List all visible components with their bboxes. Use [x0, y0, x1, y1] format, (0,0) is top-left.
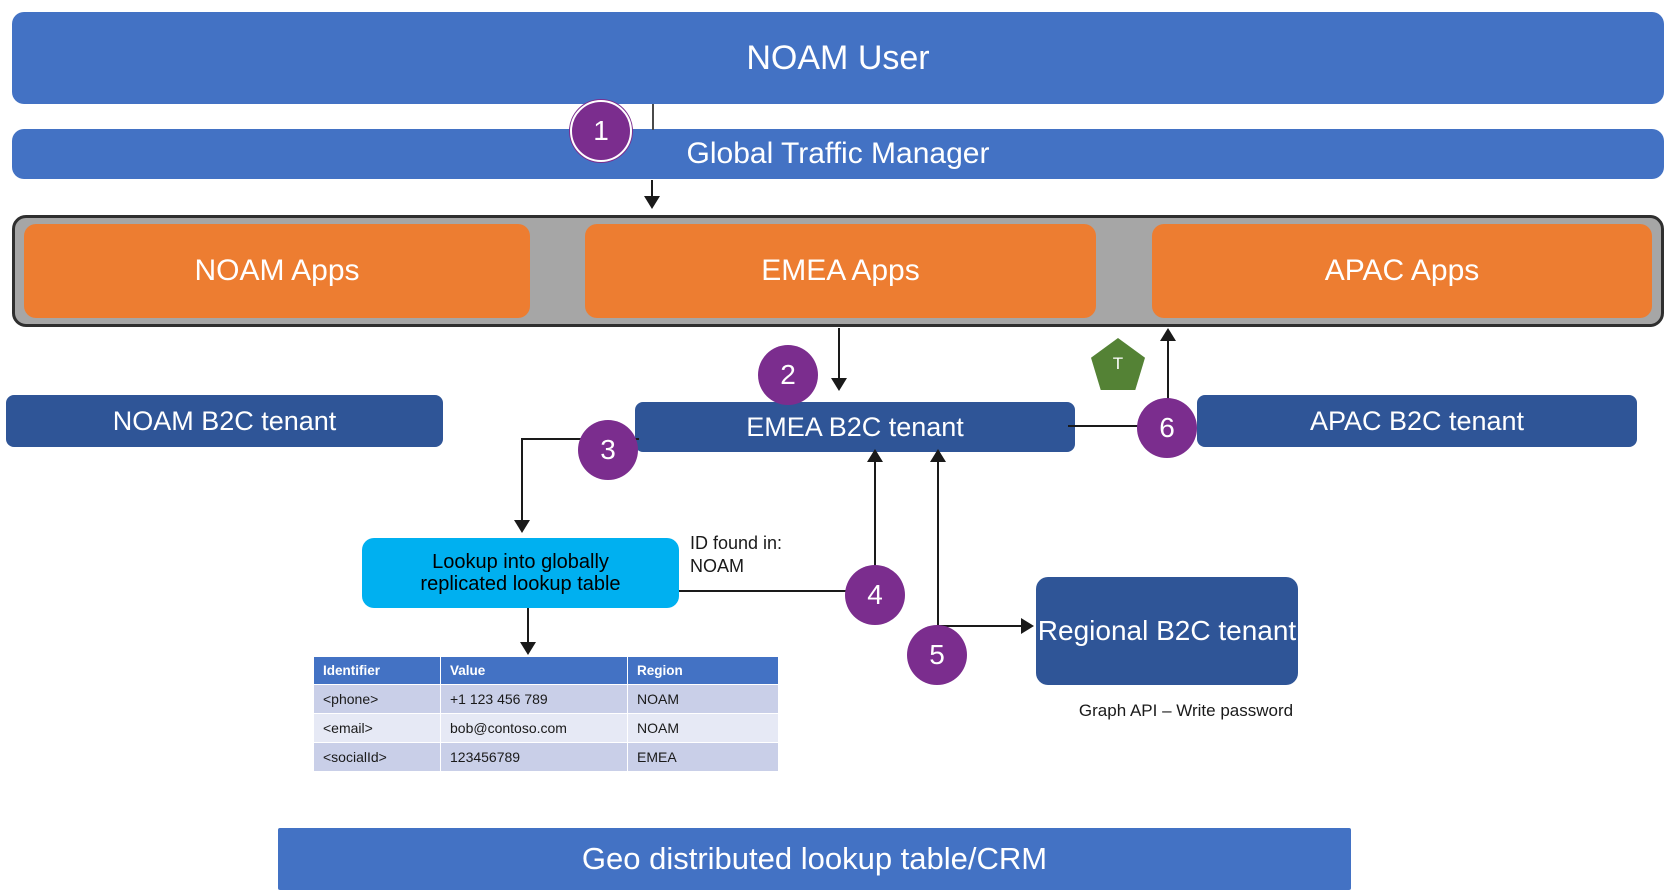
token-pentagon-label: T	[1112, 354, 1124, 373]
lookup-box-line2: replicated lookup table	[420, 573, 621, 595]
arrow-step5-to-emea-tenant-icon	[930, 449, 946, 462]
emea-apps-box: EMEA Apps	[585, 224, 1096, 318]
cell-value: +1 123 456 789	[440, 684, 628, 714]
id-found-line2: NOAM	[690, 556, 744, 577]
noam-user-label: NOAM User	[746, 38, 930, 77]
lookup-data-table: Identifier Value Region <phone> +1 123 4…	[313, 656, 779, 772]
table-header-row: Identifier Value Region	[313, 656, 779, 685]
apac-b2c-tenant-label: APAC B2C tenant	[1309, 405, 1525, 436]
step-badge-4-number: 4	[867, 579, 883, 610]
noam-b2c-tenant-label: NOAM B2C tenant	[112, 405, 337, 436]
cell-identifier: <email>	[313, 713, 441, 743]
arrow-emea-apps-to-tenant-icon	[831, 378, 847, 391]
step-badge-3: 3	[578, 420, 638, 480]
noam-user-band: NOAM User	[12, 12, 1664, 104]
step-badge-1-number: 1	[593, 115, 609, 146]
step-badge-2: 2	[758, 345, 818, 405]
lookup-table-process-box: Lookup into globally replicated lookup t…	[362, 538, 679, 608]
table-row: <socialId> 123456789 EMEA	[313, 742, 779, 772]
cell-value: bob@contoso.com	[440, 713, 628, 743]
arrow-step6-to-apac-apps-icon	[1160, 328, 1176, 341]
step-badge-3-number: 3	[600, 434, 616, 465]
lookup-box-line1: Lookup into globally	[432, 550, 609, 573]
step-badge-1: 1	[570, 100, 632, 162]
table-row: <phone> +1 123 456 789 NOAM	[313, 684, 779, 714]
regional-b2c-tenant-box: Regional B2C tenant	[1036, 577, 1298, 685]
global-traffic-manager-band: Global Traffic Manager	[12, 129, 1664, 179]
emea-b2c-tenant-box: EMEA B2C tenant	[635, 402, 1075, 452]
connector-emea-apps-to-emea-tenant	[838, 328, 840, 383]
noam-apps-box: NOAM Apps	[24, 224, 530, 318]
cell-region: NOAM	[627, 684, 779, 714]
geo-lookup-store-band: Geo distributed lookup table/CRM	[278, 828, 1351, 890]
table-header-identifier: Identifier	[313, 656, 441, 685]
regional-b2c-tenant-label: Regional B2C tenant	[1037, 615, 1297, 647]
cell-region: NOAM	[627, 713, 779, 743]
arrow-step4-to-emea-tenant-icon	[867, 449, 883, 462]
apac-apps-label: APAC Apps	[1324, 254, 1480, 288]
connector-step5-to-regional	[937, 625, 1024, 627]
apac-b2c-tenant-box: APAC B2C tenant	[1197, 395, 1637, 447]
apac-apps-box: APAC Apps	[1152, 224, 1652, 318]
arrow-lookup-to-table-icon	[520, 642, 536, 655]
cell-identifier: <phone>	[313, 684, 441, 714]
noam-b2c-tenant-box: NOAM B2C tenant	[6, 395, 443, 447]
geo-lookup-store-label: Geo distributed lookup table/CRM	[581, 840, 1048, 876]
arrow-step5-to-regional-icon	[1021, 618, 1034, 634]
step-badge-2-number: 2	[780, 359, 796, 390]
token-pentagon-icon: T	[1091, 338, 1145, 390]
noam-apps-label: NOAM Apps	[194, 254, 360, 288]
global-traffic-manager-label: Global Traffic Manager	[686, 137, 990, 171]
graph-api-annotation: Graph API – Write password	[1078, 701, 1294, 720]
table-header-value: Value	[440, 656, 628, 685]
emea-b2c-tenant-label: EMEA B2C tenant	[746, 411, 964, 442]
table-row: <email> bob@contoso.com NOAM	[313, 713, 779, 743]
emea-apps-label: EMEA Apps	[761, 254, 920, 288]
id-found-annotation: ID found in: NOAM	[690, 532, 870, 579]
diagram-canvas: NOAM User Global Traffic Manager 1 NOAM …	[0, 0, 1676, 896]
step-badge-6: 6	[1137, 398, 1197, 458]
connector-user-to-gtm	[652, 104, 654, 130]
step-badge-5: 5	[907, 625, 967, 685]
id-found-line1: ID found in:	[690, 533, 783, 553]
step-badge-6-number: 6	[1159, 412, 1175, 443]
cell-identifier: <socialId>	[313, 742, 441, 772]
connector-step5-vertical	[937, 460, 939, 650]
connector-step3-vertical	[521, 438, 523, 526]
step-badge-4: 4	[845, 565, 905, 625]
arrow-step3-to-lookup-icon	[514, 520, 530, 533]
step-badge-5-number: 5	[929, 639, 945, 670]
table-header-region: Region	[627, 656, 779, 685]
arrow-gtm-to-emea-apps-icon	[644, 196, 660, 209]
cell-region: EMEA	[627, 742, 779, 772]
cell-value: 123456789	[440, 742, 628, 772]
